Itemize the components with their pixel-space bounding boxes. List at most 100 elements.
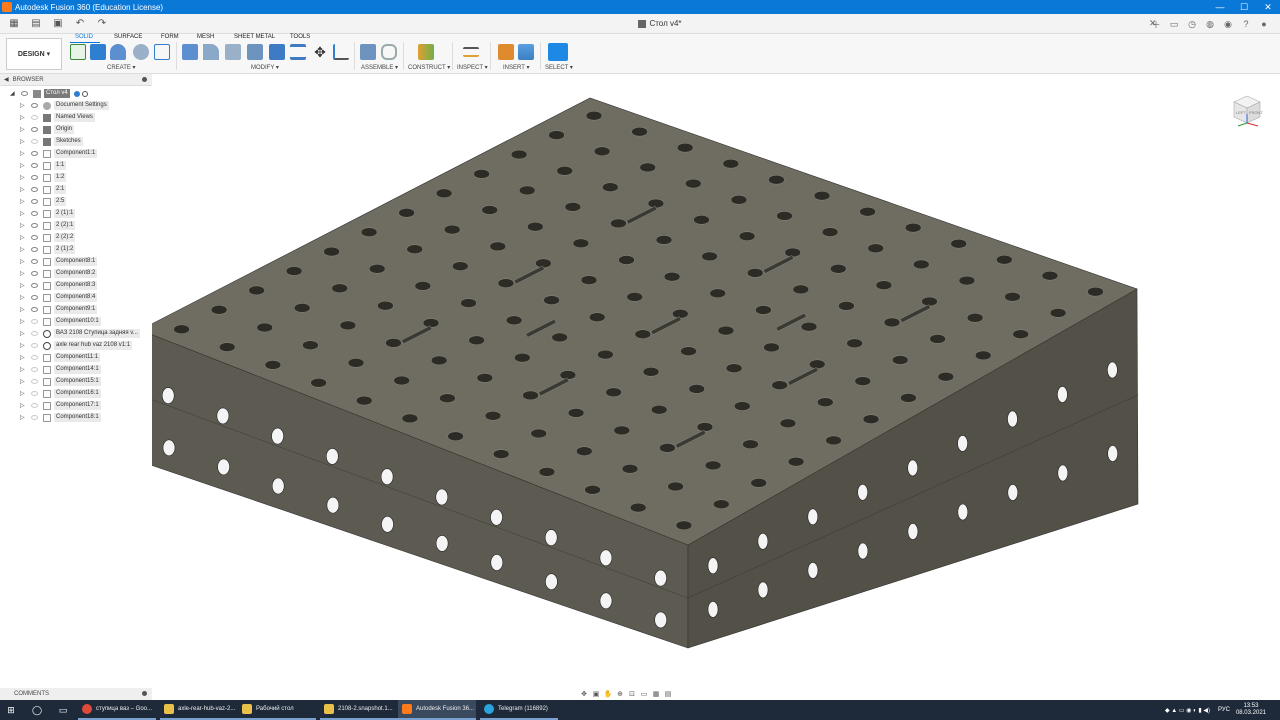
comments-bar[interactable]: COMMENTS xyxy=(0,688,152,700)
browser-header[interactable]: ◀ BROWSER xyxy=(0,74,152,86)
expand-arrow-icon[interactable]: ▷ xyxy=(20,246,25,253)
shell-icon[interactable] xyxy=(247,44,263,60)
visibility-eye-icon[interactable] xyxy=(31,103,38,108)
browser-tree-item[interactable]: ▷ 2:1 xyxy=(0,184,152,195)
expand-arrow-icon[interactable]: ▷ xyxy=(20,342,25,349)
visibility-eye-icon[interactable] xyxy=(31,367,38,372)
visibility-eye-icon[interactable] xyxy=(31,163,38,168)
browser-tree-item[interactable]: ▷ Component16:1 xyxy=(0,388,152,399)
offset-plane-icon[interactable] xyxy=(418,44,434,60)
expand-arrow-icon[interactable]: ▷ xyxy=(20,114,25,121)
browser-tree-item[interactable]: ▷ ВАЗ 2108 Ступица задняя v... xyxy=(0,328,152,339)
new-tab-icon[interactable]: ＋ xyxy=(1148,17,1164,31)
expand-arrow-icon[interactable]: ▷ xyxy=(20,258,25,265)
visibility-eye-icon[interactable] xyxy=(31,187,38,192)
globe-icon[interactable]: ◍ xyxy=(1202,17,1218,31)
create-sketch-icon[interactable] xyxy=(70,44,86,60)
search-icon[interactable]: ◯ xyxy=(30,703,44,717)
visibility-eye-icon[interactable] xyxy=(31,151,38,156)
inspect-menu[interactable]: INSPECT ▾ xyxy=(457,64,488,71)
tab-solid[interactable]: SOLID xyxy=(75,34,93,40)
tab-tools[interactable]: TOOLS xyxy=(290,34,310,40)
assemble-menu[interactable]: ASSEMBLE ▾ xyxy=(361,64,398,71)
display-settings-icon[interactable]: ▭ xyxy=(638,690,650,698)
minimize-button[interactable]: — xyxy=(1208,2,1232,12)
measure-icon[interactable] xyxy=(463,47,479,57)
expand-arrow-icon[interactable]: ▷ xyxy=(20,138,25,145)
insert-image-icon[interactable] xyxy=(518,44,534,60)
insert-menu[interactable]: INSERT ▾ xyxy=(503,64,529,71)
browser-tree-item[interactable]: ▷ Component8:2 xyxy=(0,268,152,279)
expand-arrow-icon[interactable]: ◢ xyxy=(10,90,15,97)
language-indicator[interactable]: РУС xyxy=(1218,707,1230,713)
taskbar-app-folder-2[interactable]: Рабочий стол xyxy=(238,700,316,720)
activate-radio-icon[interactable] xyxy=(74,90,80,97)
user-icon[interactable]: ● xyxy=(1256,17,1272,31)
visibility-eye-icon[interactable] xyxy=(31,127,38,132)
scale-icon[interactable] xyxy=(290,44,306,60)
taskbar-app-folder-1[interactable]: axle-rear-hub-vaz-2... xyxy=(160,700,238,720)
browser-tree-item[interactable]: ▷ Origin xyxy=(0,124,152,135)
visibility-eye-icon[interactable] xyxy=(31,271,38,276)
visibility-eye-icon[interactable] xyxy=(31,295,38,300)
target-icon[interactable] xyxy=(82,90,88,97)
visibility-eye-icon[interactable] xyxy=(31,319,38,324)
maximize-button[interactable]: ☐ xyxy=(1232,2,1256,13)
browser-tree-item[interactable]: ▷ axle rear hub vaz 2108 v1:1 xyxy=(0,340,152,351)
browser-tree-item[interactable]: ▷ 2 (2):2 xyxy=(0,232,152,243)
workspace-switcher[interactable]: DESIGN ▾ xyxy=(6,38,62,70)
expand-arrow-icon[interactable]: ▷ xyxy=(20,354,25,361)
press-pull-icon[interactable] xyxy=(182,44,198,60)
visibility-eye-icon[interactable] xyxy=(31,211,38,216)
sweep-icon[interactable] xyxy=(133,44,149,60)
redo-icon[interactable]: ↷ xyxy=(94,17,110,31)
undo-icon[interactable]: ↶ xyxy=(72,17,88,31)
browser-tree-item[interactable]: ▷ 2 (1):2 xyxy=(0,244,152,255)
visibility-eye-icon[interactable] xyxy=(31,343,38,348)
fillet-icon[interactable] xyxy=(203,44,219,60)
extrude-icon[interactable] xyxy=(90,44,106,60)
taskbar-app-folder-3[interactable]: 2108-2.snapshot.1... xyxy=(320,700,398,720)
visibility-eye-icon[interactable] xyxy=(31,415,38,420)
expand-arrow-icon[interactable]: ▷ xyxy=(20,102,25,109)
expand-arrow-icon[interactable]: ▷ xyxy=(20,234,25,241)
look-at-icon[interactable]: ▣ xyxy=(590,690,602,698)
close-button[interactable]: ✕ xyxy=(1256,2,1280,13)
new-component-icon[interactable] xyxy=(360,44,376,60)
view-cube[interactable]: LEFT FRONT xyxy=(1228,90,1266,128)
expand-arrow-icon[interactable]: ▷ xyxy=(20,126,25,133)
expand-arrow-icon[interactable]: ▷ xyxy=(20,366,25,373)
taskbar-app-fusion[interactable]: Autodesk Fusion 36... xyxy=(398,700,476,720)
notification-icon[interactable]: ◉ xyxy=(1220,17,1236,31)
visibility-eye-icon[interactable] xyxy=(31,355,38,360)
joint-icon[interactable] xyxy=(381,44,397,60)
visibility-eye-icon[interactable] xyxy=(31,199,38,204)
browser-tree-item[interactable]: ▷ 2 (2):1 xyxy=(0,220,152,231)
save-icon[interactable]: ▣ xyxy=(50,17,66,31)
design-viewport[interactable] xyxy=(152,74,1280,700)
expand-arrow-icon[interactable]: ▷ xyxy=(20,390,25,397)
revolve-icon[interactable] xyxy=(110,44,126,60)
expand-arrow-icon[interactable]: ▷ xyxy=(20,210,25,217)
visibility-eye-icon[interactable] xyxy=(21,91,28,96)
browser-tree-item[interactable]: ▷ Component15:1 xyxy=(0,376,152,387)
browser-tree-item[interactable]: ▷ Component1:1 xyxy=(0,148,152,159)
start-icon[interactable]: ⊞ xyxy=(4,703,18,717)
orbit-icon[interactable]: ✥ xyxy=(578,690,590,698)
expand-arrow-icon[interactable]: ▷ xyxy=(20,378,25,385)
browser-tree-item[interactable]: ▷ Named Views xyxy=(0,112,152,123)
pan-icon[interactable]: ✋ xyxy=(602,690,614,698)
browser-tree-item[interactable]: ▷ Component8:1 xyxy=(0,256,152,267)
browser-root-item[interactable]: ◢ Стол v4 xyxy=(0,88,152,99)
tab-sheet-metal[interactable]: SHEET METAL xyxy=(234,34,275,40)
tab-mesh[interactable]: MESH xyxy=(197,34,214,40)
visibility-eye-icon[interactable] xyxy=(31,403,38,408)
browser-tree-item[interactable]: ▷ Component8:4 xyxy=(0,292,152,303)
expand-arrow-icon[interactable]: ▷ xyxy=(20,198,25,205)
expand-arrow-icon[interactable]: ▷ xyxy=(20,294,25,301)
browser-tree-item[interactable]: ▷ Component17:1 xyxy=(0,400,152,411)
viewcube-left-label[interactable]: LEFT xyxy=(1236,110,1246,115)
taskbar-app-telegram[interactable]: Telegram (116892) xyxy=(480,700,558,720)
panel-options-icon[interactable] xyxy=(142,77,147,82)
expand-arrow-icon[interactable]: ▷ xyxy=(20,162,25,169)
